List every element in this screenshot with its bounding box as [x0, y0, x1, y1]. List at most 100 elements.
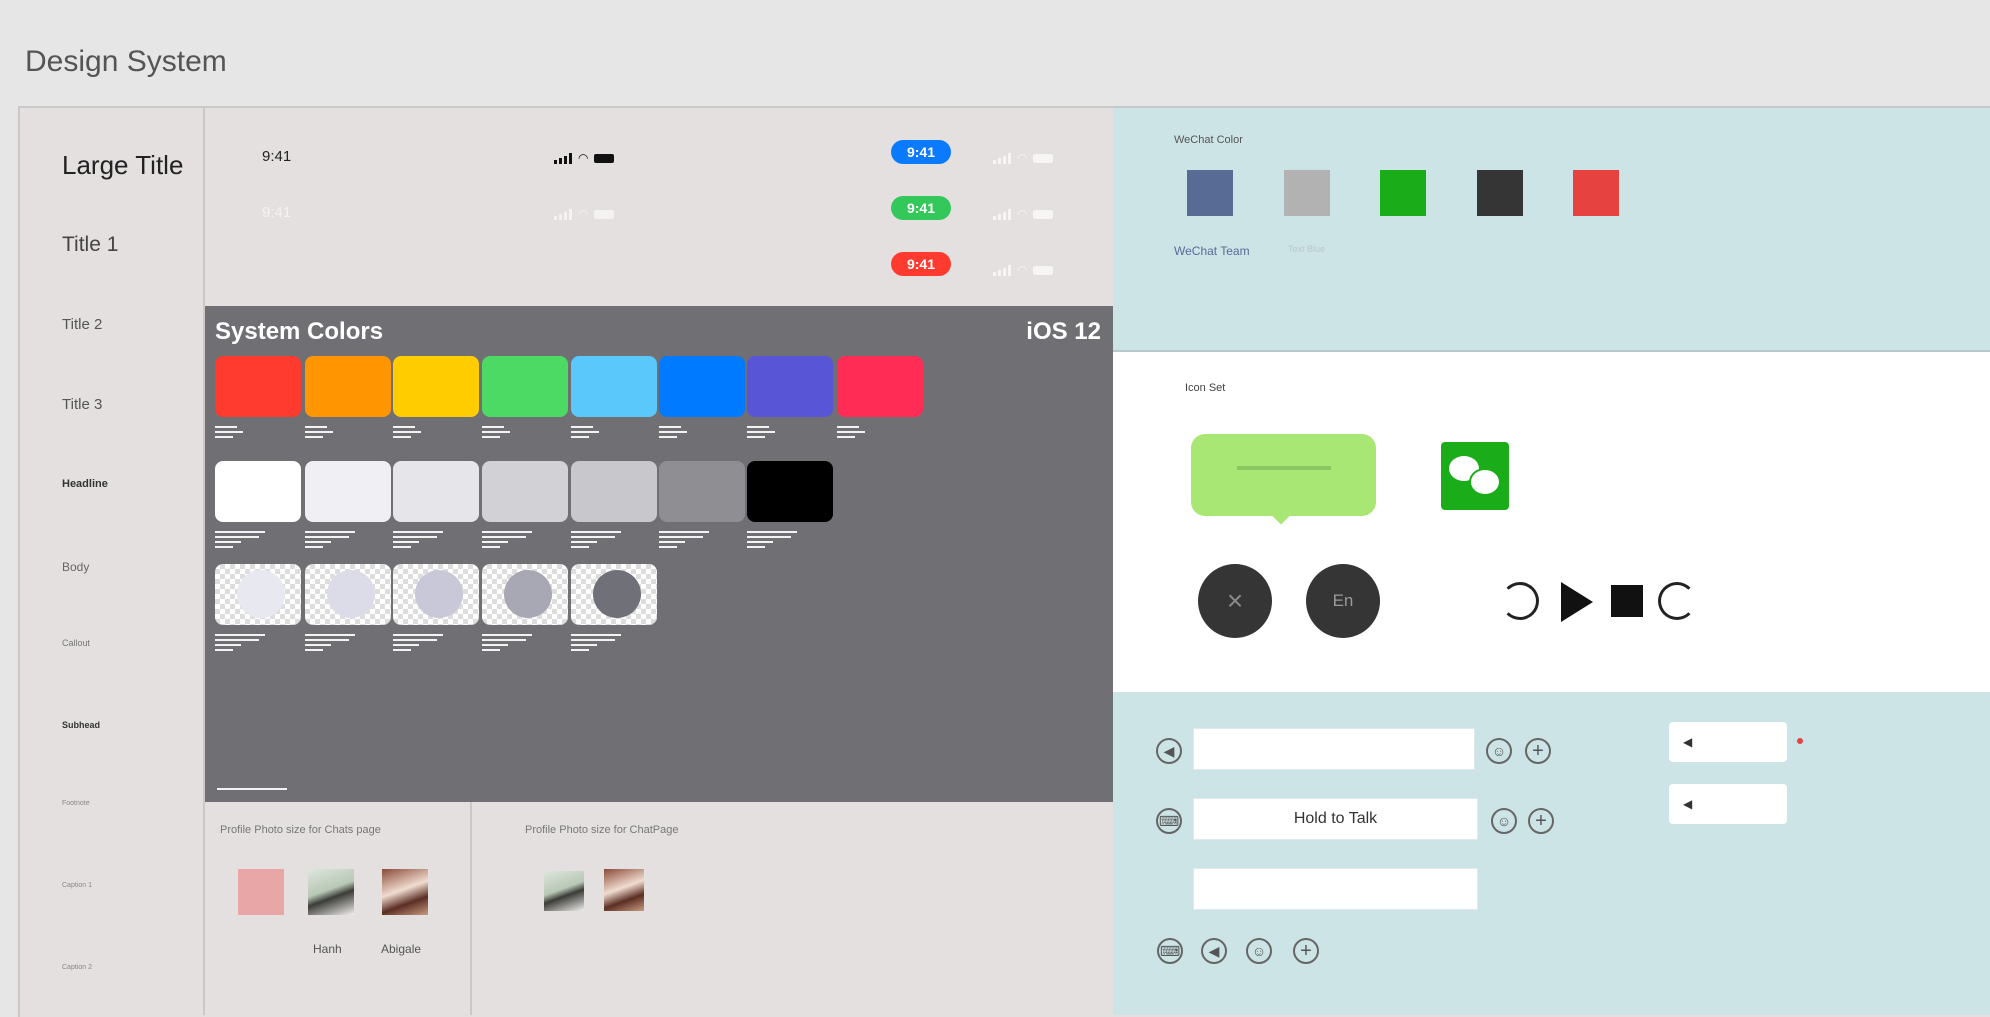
- play-icon[interactable]: [1561, 582, 1593, 622]
- message-input[interactable]: [1193, 728, 1475, 770]
- system-color-swatch: [571, 564, 657, 625]
- emoji-icon[interactable]: ☺: [1491, 808, 1517, 834]
- battery-icon: [1033, 209, 1054, 219]
- chat-bubble-tail: [1272, 507, 1290, 525]
- system-color-swatch: [393, 356, 479, 417]
- status-pill-red: 9:41: [891, 252, 951, 276]
- system-color-swatch: [482, 564, 568, 625]
- status-time: 9:41: [262, 148, 292, 165]
- overlay-circle: [327, 570, 375, 618]
- forward-icon[interactable]: [1658, 582, 1696, 620]
- wifi-icon: ◠: [1017, 151, 1028, 165]
- status-time-faded: 9:41: [262, 204, 292, 221]
- status-icons-light-2: ◠: [993, 207, 1054, 221]
- signal-icon: [554, 208, 572, 220]
- status-pill-green: 9:41: [891, 196, 951, 220]
- system-colors-title: System Colors: [215, 318, 384, 345]
- typo-callout: Callout: [62, 638, 91, 648]
- typo-title-3: Title 3: [62, 396, 103, 413]
- profile-name-hanh: Hanh: [313, 942, 342, 956]
- overlay-circle: [504, 570, 552, 618]
- swatch-caption: [747, 531, 807, 551]
- system-color-swatch: [305, 356, 391, 417]
- language-toggle-button[interactable]: En: [1306, 564, 1380, 638]
- swatch-caption: [215, 634, 275, 654]
- wechat-color-swatch-1: [1187, 170, 1233, 216]
- swatch-caption: [215, 531, 275, 551]
- ios-version-label: iOS 12: [1026, 318, 1101, 345]
- swatch-caption: [659, 426, 719, 441]
- avatar-abigale-small: [604, 869, 644, 911]
- system-color-swatch: [747, 356, 833, 417]
- hold-to-talk-button[interactable]: Hold to Talk: [1193, 798, 1478, 840]
- swatch-caption: [482, 634, 542, 654]
- voice-message-bubble-1[interactable]: ◀: [1669, 722, 1787, 762]
- battery-icon: [594, 153, 615, 163]
- wechat-logo-bubble-small: [1469, 468, 1501, 496]
- wechat-color-swatch-5: [1573, 170, 1619, 216]
- typo-headline: Headline: [62, 478, 108, 490]
- system-color-swatch: [659, 461, 745, 522]
- text-blue-label: Text Blue: [1288, 244, 1326, 254]
- system-color-swatch: [215, 564, 301, 625]
- battery-icon: [1033, 153, 1054, 163]
- typo-caption-1: Caption 1: [62, 882, 92, 889]
- unread-dot: [1797, 738, 1803, 744]
- wifi-icon: ◠: [578, 151, 589, 165]
- icon-set-title: Icon Set: [1185, 382, 1226, 394]
- avatar-placeholder: [238, 869, 284, 915]
- keyboard-icon[interactable]: ⌨: [1157, 938, 1183, 964]
- profile-chats-label: Profile Photo size for Chats page: [220, 824, 381, 836]
- stop-icon[interactable]: [1611, 585, 1643, 617]
- voice-message-bubble-2[interactable]: ◀: [1669, 784, 1787, 824]
- system-colors-footnote: [217, 788, 287, 793]
- plus-icon[interactable]: [1528, 808, 1554, 834]
- swatch-caption: [305, 531, 365, 551]
- emoji-icon[interactable]: ☺: [1486, 738, 1512, 764]
- battery-icon: [594, 209, 615, 219]
- profile-photo-panel: Profile Photo size for Chats page Profil…: [205, 802, 1113, 1015]
- system-color-swatch: [215, 461, 301, 522]
- plus-icon[interactable]: [1293, 938, 1319, 964]
- typo-large-title: Large Title: [62, 150, 184, 180]
- status-pill-blue: 9:41: [891, 140, 951, 164]
- system-color-swatch: [659, 356, 745, 417]
- signal-icon: [993, 264, 1011, 276]
- wechat-color-title: WeChat Color: [1174, 134, 1243, 146]
- plus-icon[interactable]: [1525, 738, 1551, 764]
- voice-icon[interactable]: ◀: [1201, 938, 1227, 964]
- system-color-swatch: [482, 356, 568, 417]
- system-color-swatch: [215, 356, 301, 417]
- system-color-swatch: [747, 461, 833, 522]
- swatch-caption: [571, 426, 631, 441]
- system-color-swatch: [571, 461, 657, 522]
- wechat-color-swatch-4: [1477, 170, 1523, 216]
- rewind-icon[interactable]: [1501, 582, 1539, 620]
- expanded-input[interactable]: [1193, 868, 1478, 910]
- wifi-icon: ◠: [578, 207, 589, 221]
- system-color-swatch: [393, 461, 479, 522]
- swatch-caption: [393, 531, 453, 551]
- swatch-caption: [747, 426, 807, 441]
- swatch-caption: [305, 634, 365, 654]
- profile-chat-label: Profile Photo size for ChatPage: [525, 824, 679, 836]
- swatch-caption: [659, 531, 719, 551]
- swatch-caption: [482, 426, 542, 441]
- typo-title-1: Title 1: [62, 233, 119, 256]
- status-icons-faded: ◠: [554, 207, 615, 221]
- system-color-swatch: [305, 564, 391, 625]
- close-icon[interactable]: ×: [1198, 564, 1272, 638]
- system-color-swatch: [393, 564, 479, 625]
- typo-caption-2: Caption 2: [62, 964, 92, 971]
- avatar-abigale: [382, 869, 428, 915]
- wechat-team-label: WeChat Team: [1174, 244, 1250, 258]
- avatar-hanh: [308, 869, 354, 915]
- swatch-caption: [837, 426, 897, 441]
- typo-subhead: Subhead: [62, 720, 101, 730]
- chat-input-panel: ◀ ☺ ⌨ Hold to Talk ☺ ⌨ ◀ ☺ ◀ ◀: [1113, 692, 1990, 1015]
- emoji-icon[interactable]: ☺: [1246, 938, 1272, 964]
- wechat-color-swatch-2: [1284, 170, 1330, 216]
- voice-icon[interactable]: ◀: [1156, 738, 1182, 764]
- system-color-swatch: [571, 356, 657, 417]
- keyboard-icon[interactable]: ⌨: [1156, 808, 1182, 834]
